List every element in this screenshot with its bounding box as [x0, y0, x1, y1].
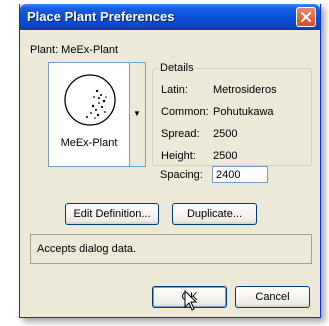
preview-caption: MeEx-Plant — [60, 137, 118, 149]
window-title: Place Plant Preferences — [27, 9, 175, 24]
spacing-label: Spacing: — [160, 169, 203, 181]
plant-symbol-icon — [64, 74, 116, 126]
close-icon — [301, 12, 311, 22]
spacing-input[interactable] — [212, 166, 268, 183]
status-text: Accepts dialog data. — [37, 243, 137, 255]
spacing-row: Spacing: — [160, 166, 268, 183]
duplicate-button[interactable]: Duplicate... — [172, 203, 257, 225]
latin-label: Latin: — [161, 84, 188, 96]
spread-row: Spread: 2500 — [161, 128, 237, 140]
latin-row: Latin: Metrosideros — [161, 84, 277, 96]
close-button[interactable] — [296, 7, 316, 27]
plant-dropdown-button[interactable]: ▼ — [130, 62, 146, 167]
edit-definition-button[interactable]: Edit Definition... — [65, 203, 159, 225]
spread-label: Spread: — [161, 128, 200, 140]
plant-label: Plant: MeEx-Plant — [30, 44, 119, 56]
plant-preview[interactable]: MeEx-Plant — [48, 62, 130, 167]
details-legend: Details — [160, 62, 194, 74]
height-label: Height: — [161, 150, 196, 162]
latin-value: Metrosideros — [213, 84, 277, 96]
height-row: Height: 2500 — [161, 150, 237, 162]
details-group: Details Latin: Metrosideros Common: Pohu… — [152, 62, 312, 166]
cancel-button[interactable]: Cancel — [235, 286, 310, 308]
common-value: Pohutukawa — [213, 106, 274, 118]
mouse-pointer-icon — [184, 290, 198, 311]
place-plant-preferences-dialog: Place Plant Preferences Plant: MeEx-Plan… — [19, 4, 321, 318]
common-row: Common: Pohutukawa — [161, 106, 274, 118]
spread-value: 2500 — [213, 128, 238, 140]
title-bar[interactable]: Place Plant Preferences — [20, 4, 320, 30]
common-label: Common: — [161, 106, 209, 118]
status-text-area: Accepts dialog data. — [30, 234, 312, 264]
height-value: 2500 — [213, 150, 238, 162]
chevron-down-icon: ▼ — [133, 109, 141, 118]
